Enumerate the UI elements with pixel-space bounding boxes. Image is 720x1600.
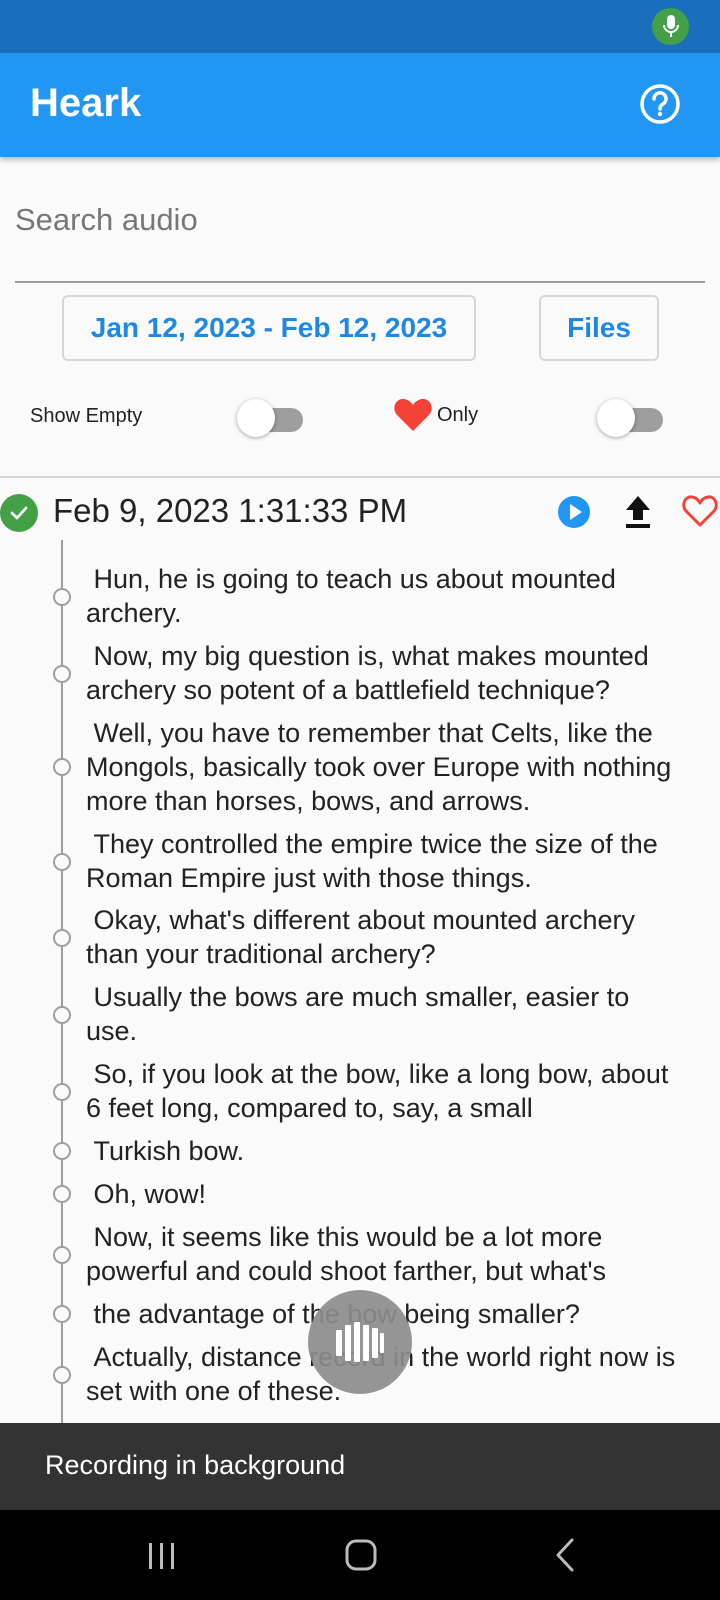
recording-timestamp: Feb 9, 2023 1:31:33 PM: [53, 492, 408, 529]
search-field[interactable]: [15, 190, 705, 283]
recording-header: Feb 9, 2023 1:31:33 PM: [0, 490, 720, 534]
nav-home-icon[interactable]: [336, 1535, 386, 1575]
upload-icon[interactable]: [620, 492, 656, 530]
snackbar: Recording in background: [0, 1423, 720, 1510]
transcript-text: Now, my big question is, what makes moun…: [86, 641, 649, 705]
snackbar-message: Recording in background: [45, 1450, 346, 1480]
favorites-only-label: Only: [393, 397, 478, 433]
favorites-only-switch[interactable]: [597, 395, 667, 439]
record-fab[interactable]: [308, 1290, 412, 1394]
transcript-text: Usually the bows are much smaller, easie…: [86, 982, 630, 1046]
divider: [0, 476, 720, 478]
transcript-text: Turkish bow.: [86, 1136, 245, 1166]
transcript-text: Well, you have to remember that Celts, l…: [86, 718, 672, 816]
transcript-text: Oh, wow!: [86, 1179, 207, 1209]
nav-recents-icon[interactable]: [137, 1535, 187, 1575]
show-empty-label: Show Empty: [30, 405, 143, 427]
transcript-text: Okay, what's different about mounted arc…: [86, 905, 635, 969]
search-input[interactable]: [15, 190, 705, 250]
app-title: Heark: [30, 81, 142, 125]
heart-outline-icon[interactable]: [682, 494, 718, 528]
show-empty-switch[interactable]: [237, 395, 307, 439]
transcript-text: They controlled the empire twice the siz…: [86, 829, 658, 893]
play-icon[interactable]: [556, 494, 592, 530]
transcript-text: So, if you look at the bow, like a long …: [86, 1059, 669, 1123]
date-range-button[interactable]: Jan 12, 2023 - Feb 12, 2023: [62, 295, 476, 361]
waveform-icon: [336, 1322, 384, 1362]
help-icon[interactable]: [638, 82, 682, 126]
files-button[interactable]: Files: [539, 295, 659, 361]
check-icon: [0, 494, 38, 532]
app-bar: Heark: [0, 53, 720, 157]
transcript-text: Hun, he is going to teach us about mount…: [86, 564, 616, 628]
heart-icon: [394, 398, 432, 431]
mic-icon: [652, 8, 689, 45]
transcript-text: Now, it seems like this would be a lot m…: [86, 1222, 606, 1286]
only-label: Only: [437, 403, 479, 426]
nav-back-icon[interactable]: [540, 1535, 590, 1575]
status-bar: [0, 0, 720, 53]
system-nav-bar: [0, 1510, 720, 1600]
